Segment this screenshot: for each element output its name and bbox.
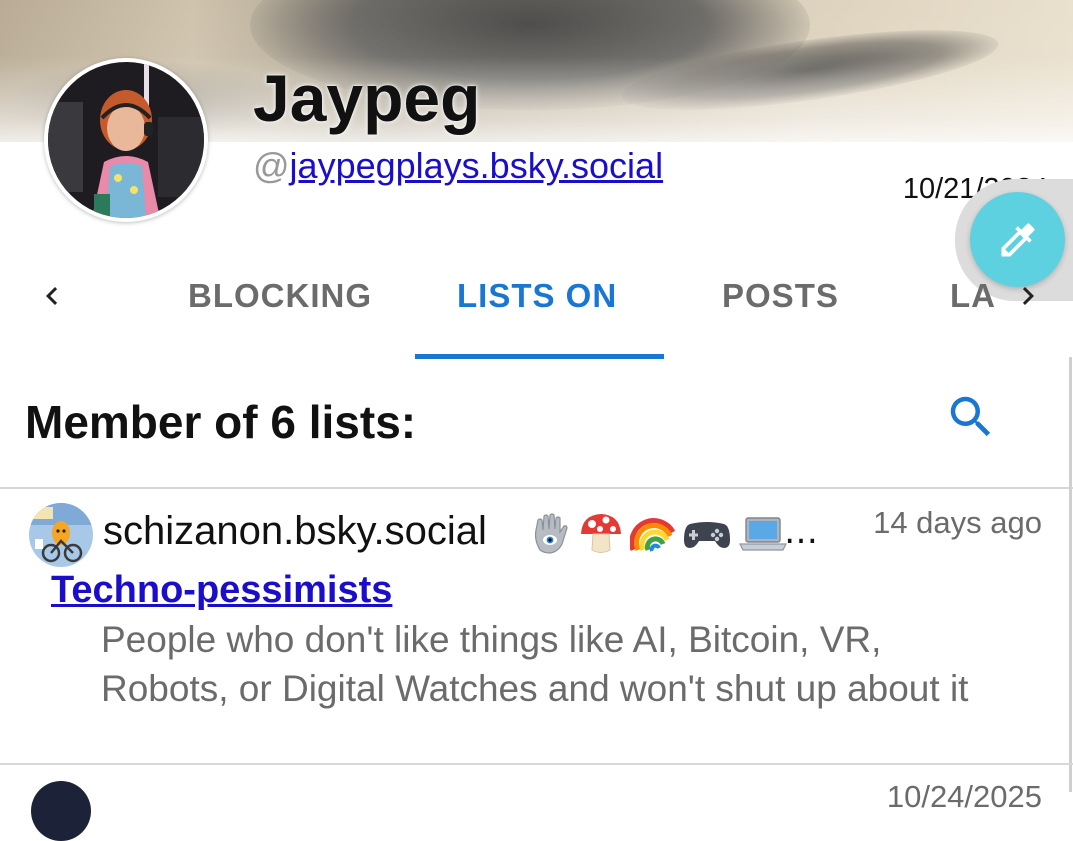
tab-lists[interactable]: LA xyxy=(950,276,994,316)
handle-at-sign: @ xyxy=(253,145,290,186)
laptop-emoji-icon xyxy=(739,517,787,551)
profile-handle[interactable]: @jaypegplays.bsky.social xyxy=(253,144,663,188)
list-author-handle[interactable]: schizanon.bsky.social xyxy=(103,506,487,556)
chevron-right-icon[interactable] xyxy=(1010,278,1046,314)
handle-link[interactable]: jaypegplays.bsky.social xyxy=(290,145,664,186)
profile-tabs: BLOCKING LISTS ON POSTS LA xyxy=(0,262,1073,359)
tab-posts[interactable]: POSTS xyxy=(722,276,839,316)
search-button[interactable] xyxy=(944,390,998,444)
eyedropper-icon xyxy=(1001,222,1035,256)
list-section-title: Member of 6 lists: xyxy=(25,396,417,448)
rainbow-emoji-icon xyxy=(630,518,676,552)
list-description: People who don't like things like AI, Bi… xyxy=(101,619,969,709)
mushroom-emoji-icon xyxy=(581,514,621,553)
tab-lists-on[interactable]: LISTS ON xyxy=(457,276,617,316)
chevron-left-icon[interactable] xyxy=(34,278,70,314)
divider xyxy=(0,487,1073,489)
profile-display-name: Jaypeg xyxy=(253,61,481,135)
list-timestamp: 10/24/2025 xyxy=(886,779,1042,814)
list-timestamp: 14 days ago xyxy=(873,505,1042,540)
hamsa-emoji-icon xyxy=(534,513,568,554)
author-emoji-row xyxy=(526,508,788,558)
list-name-link[interactable]: Techno-pessimists xyxy=(51,567,392,613)
list-author-avatar[interactable] xyxy=(29,503,93,567)
list-author-avatar[interactable] xyxy=(31,781,91,841)
scrollbar[interactable] xyxy=(1069,357,1072,792)
tab-blocking[interactable]: BLOCKING xyxy=(188,276,372,316)
profile-avatar[interactable] xyxy=(44,58,208,222)
active-tab-indicator xyxy=(415,354,664,359)
video-game-emoji-icon xyxy=(684,522,730,548)
divider xyxy=(0,763,1073,765)
author-ellipsis: … xyxy=(784,512,818,552)
search-icon xyxy=(950,396,991,437)
